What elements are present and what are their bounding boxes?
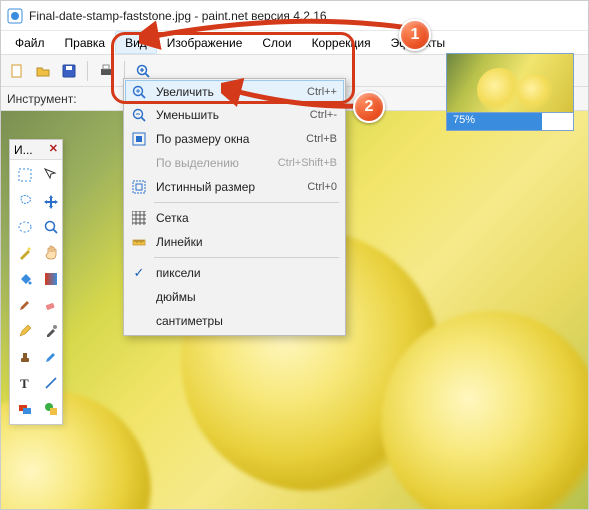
ellipse-select-tool[interactable] (13, 215, 37, 239)
menu-item-label: По размеру окна (156, 132, 298, 146)
instrument-label: Инструмент: (7, 92, 77, 106)
check-icon: ✓ (130, 264, 148, 282)
gradient-tool[interactable] (39, 267, 63, 291)
menu-edit[interactable]: Правка (55, 31, 116, 54)
ruler-icon (130, 233, 148, 251)
menu-item-label: Увеличить (156, 85, 299, 99)
open-button[interactable] (31, 59, 55, 83)
rect-shape-tool[interactable] (13, 397, 37, 421)
window-title: Final-date-stamp-faststone.jpg - paint.n… (29, 9, 327, 23)
menu-view[interactable]: Вид (115, 31, 157, 54)
zoom-tool[interactable] (39, 215, 63, 239)
actual-size-icon (130, 178, 148, 196)
annotation-callout-1: 1 (399, 19, 431, 51)
zoom-in-icon (130, 83, 148, 101)
magic-wand-tool[interactable] (13, 241, 37, 265)
blank-icon (130, 312, 148, 330)
blank-icon (130, 288, 148, 306)
menu-item-label: пиксели (156, 266, 337, 280)
tools-panel-header[interactable]: И... ✕ (10, 140, 62, 160)
menu-file[interactable]: Файл (5, 31, 55, 54)
recolor-tool[interactable] (39, 345, 63, 369)
menu-item-shortcut: Ctrl++ (307, 86, 337, 98)
line-tool[interactable] (39, 371, 63, 395)
pencil-tool[interactable] (13, 319, 37, 343)
menu-item-label: сантиметры (156, 314, 337, 328)
menu-layers[interactable]: Слои (252, 31, 301, 54)
menu-item-shortcut: Ctrl+B (306, 133, 337, 145)
menu-inches[interactable]: дюймы (126, 285, 343, 309)
eraser-tool[interactable] (39, 293, 63, 317)
zoom-out-icon (130, 106, 148, 124)
menu-fit-window[interactable]: По размеру окна Ctrl+B (126, 127, 343, 151)
bucket-tool[interactable] (13, 267, 37, 291)
menu-adjustments[interactable]: Коррекция (302, 31, 381, 54)
menu-zoom-out[interactable]: Уменьшить Ctrl+- (126, 103, 343, 127)
clone-tool[interactable] (13, 345, 37, 369)
menu-item-label: Сетка (156, 211, 337, 225)
view-menu-dropdown: Увеличить Ctrl++ Уменьшить Ctrl+- По раз… (123, 78, 346, 336)
blank-icon (130, 154, 148, 172)
print-button[interactable] (94, 59, 118, 83)
color-picker-tool[interactable] (39, 319, 63, 343)
zoom-percent: 75% (453, 114, 475, 126)
menu-rulers[interactable]: Линейки (126, 230, 343, 254)
pan-tool[interactable] (39, 241, 63, 265)
save-button[interactable] (57, 59, 81, 83)
image-thumbnail-panel[interactable]: 75% (446, 53, 574, 131)
shapes-tool[interactable] (39, 397, 63, 421)
menu-actual-size[interactable]: Истинный размер Ctrl+0 (126, 175, 343, 199)
brush-tool[interactable] (13, 293, 37, 317)
app-icon (7, 8, 23, 24)
menu-zoom-in[interactable]: Увеличить Ctrl++ (125, 80, 344, 104)
image-thumbnail[interactable] (446, 53, 574, 113)
svg-text:T: T (20, 376, 29, 391)
menu-pixels[interactable]: ✓ пиксели (126, 261, 343, 285)
title-bar: Final-date-stamp-faststone.jpg - paint.n… (1, 1, 588, 31)
tools-grid: T (10, 160, 62, 424)
menu-item-shortcut: Ctrl+- (310, 109, 337, 121)
menu-item-label: дюймы (156, 290, 337, 304)
move-selection-tool[interactable] (39, 189, 63, 213)
menu-item-label: Линейки (156, 235, 337, 249)
annotation-callout-2: 2 (353, 91, 385, 123)
fit-window-icon (130, 130, 148, 148)
menu-item-shortcut: Ctrl+0 (307, 181, 337, 193)
text-tool[interactable]: T (13, 371, 37, 395)
rect-select-tool[interactable] (13, 163, 37, 187)
close-icon[interactable]: ✕ (49, 144, 58, 155)
grid-icon (130, 209, 148, 227)
menu-item-shortcut: Ctrl+Shift+B (278, 157, 337, 169)
menu-separator (154, 257, 339, 258)
menu-separator (154, 202, 339, 203)
menu-grid[interactable]: Сетка (126, 206, 343, 230)
menu-image[interactable]: Изображение (157, 31, 253, 54)
tools-panel[interactable]: И... ✕ T (9, 139, 63, 425)
menu-item-label: По выделению (156, 156, 270, 170)
menu-item-label: Уменьшить (156, 108, 302, 122)
menu-item-label: Истинный размер (156, 180, 299, 194)
menu-fit-selection[interactable]: По выделению Ctrl+Shift+B (126, 151, 343, 175)
menubar: Файл Правка Вид Изображение Слои Коррекц… (1, 31, 588, 55)
lasso-tool[interactable] (13, 189, 37, 213)
toolbar-separator (87, 61, 88, 81)
move-tool[interactable] (39, 163, 63, 187)
new-button[interactable] (5, 59, 29, 83)
zoom-progress: 75% (446, 113, 574, 131)
menu-centimeters[interactable]: сантиметры (126, 309, 343, 333)
tools-panel-title: И... (14, 143, 33, 157)
